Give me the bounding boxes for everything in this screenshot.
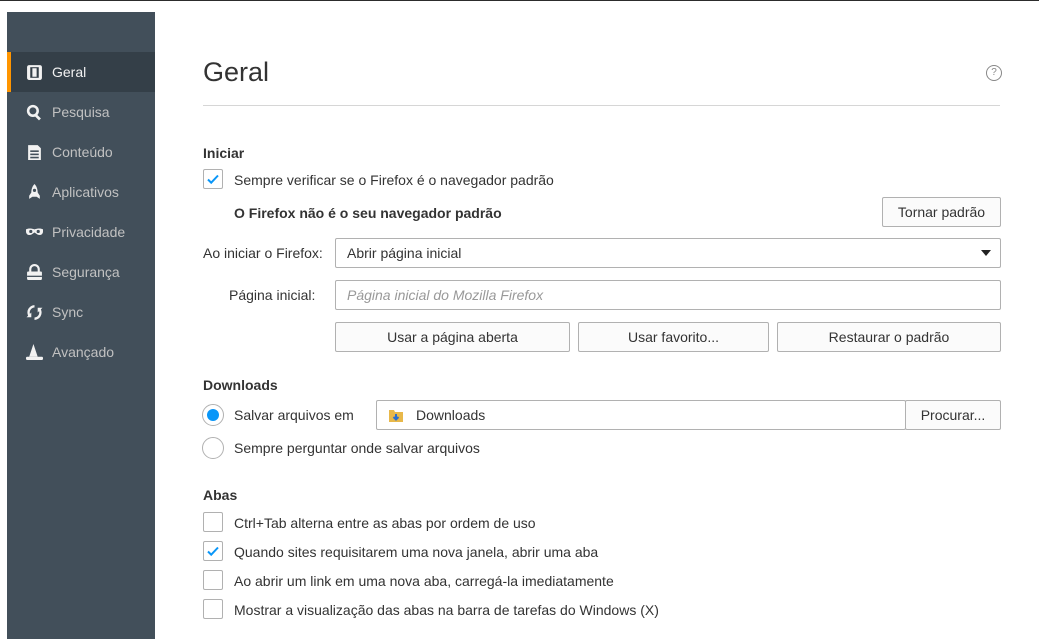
startup-heading: Iniciar xyxy=(203,145,245,161)
download-folder-name: Downloads xyxy=(416,407,486,423)
homepage-input-placeholder: Página inicial do Mozilla Firefox xyxy=(347,287,544,303)
dropdown-arrow-icon xyxy=(981,250,991,256)
download-folder-field: Downloads xyxy=(376,400,906,430)
search-icon xyxy=(25,103,43,121)
homepage-input[interactable]: Página inicial do Mozilla Firefox xyxy=(335,280,1001,310)
open-new-windows-in-tab-checkbox[interactable] xyxy=(203,541,223,561)
wizard-hat-icon xyxy=(25,343,43,361)
sidebar-item-label: Conteúdo xyxy=(52,144,113,160)
sidebar-item-general[interactable]: Geral xyxy=(7,52,155,92)
rocket-icon xyxy=(25,183,43,201)
title-divider xyxy=(203,105,1000,106)
not-default-browser-message: O Firefox não é o seu navegador padrão xyxy=(234,205,502,221)
tabs-heading: Abas xyxy=(203,487,238,503)
general-icon xyxy=(25,63,43,81)
page-title: Geral xyxy=(203,57,270,87)
sync-icon xyxy=(25,303,43,321)
on-start-label: Ao iniciar o Firefox: xyxy=(203,245,323,261)
preferences-pane: Geral ? Iniciar Sempre verificar se o Fi… xyxy=(155,1,1039,639)
downloads-heading: Downloads xyxy=(203,377,278,393)
sidebar-item-label: Privacidade xyxy=(52,224,126,240)
save-to-folder-radio[interactable] xyxy=(202,404,224,426)
sidebar-item-label: Avançado xyxy=(52,344,115,360)
sidebar-item-sync[interactable]: Sync xyxy=(7,292,155,332)
checkmark-icon xyxy=(207,546,219,557)
make-default-button[interactable]: Tornar padrão xyxy=(882,197,1001,227)
use-current-page-button[interactable]: Usar a página aberta xyxy=(335,322,570,352)
sidebar-item-security[interactable]: Segurança xyxy=(7,252,155,292)
browse-button[interactable]: Procurar... xyxy=(905,400,1001,430)
restore-default-button[interactable]: Restaurar o padrão xyxy=(777,322,1001,352)
sidebar-item-label: Aplicativos xyxy=(52,184,119,200)
taskbar-previews-label[interactable]: Mostrar a visualização das abas na barra… xyxy=(234,602,659,618)
always-ask-radio[interactable] xyxy=(202,437,224,459)
sidebar-item-content[interactable]: Conteúdo xyxy=(7,132,155,172)
sidebar-item-privacy[interactable]: Privacidade xyxy=(7,212,155,252)
use-bookmark-button[interactable]: Usar favorito... xyxy=(578,322,769,352)
always-ask-label[interactable]: Sempre perguntar onde salvar arquivos xyxy=(234,440,480,456)
sidebar-item-label: Geral xyxy=(52,64,87,80)
checkmark-icon xyxy=(207,174,219,185)
check-default-browser-checkbox[interactable] xyxy=(203,169,223,189)
mask-icon xyxy=(25,223,43,241)
load-tabs-immediately-label[interactable]: Ao abrir um link em uma nova aba, carreg… xyxy=(234,573,614,589)
ctrl-tab-order-checkbox[interactable] xyxy=(203,512,223,532)
sidebar-item-label: Pesquisa xyxy=(52,104,110,120)
sidebar: Geral Pesquisa Conteúdo Aplicativos Priv… xyxy=(7,12,155,639)
save-to-folder-label[interactable]: Salvar arquivos em xyxy=(234,407,354,423)
help-icon[interactable]: ? xyxy=(986,65,1002,81)
sidebar-item-label: Segurança xyxy=(52,264,120,280)
taskbar-previews-checkbox[interactable] xyxy=(203,599,223,619)
open-new-windows-in-tab-label[interactable]: Quando sites requisitarem uma nova janel… xyxy=(234,544,598,560)
load-tabs-immediately-checkbox[interactable] xyxy=(203,570,223,590)
lock-icon xyxy=(25,263,43,281)
document-icon xyxy=(25,143,43,161)
check-default-browser-label[interactable]: Sempre verificar se o Firefox é o navega… xyxy=(234,172,554,188)
ctrl-tab-order-label[interactable]: Ctrl+Tab alterna entre as abas por ordem… xyxy=(234,515,536,531)
sidebar-item-advanced[interactable]: Avançado xyxy=(7,332,155,372)
homepage-label: Página inicial: xyxy=(229,287,316,303)
folder-icon xyxy=(388,407,404,423)
sidebar-item-label: Sync xyxy=(52,304,84,320)
sidebar-item-search[interactable]: Pesquisa xyxy=(7,92,155,132)
sidebar-item-applications[interactable]: Aplicativos xyxy=(7,172,155,212)
on-start-select-value: Abrir página inicial xyxy=(347,245,462,261)
on-start-select[interactable]: Abrir página inicial xyxy=(335,238,1001,268)
